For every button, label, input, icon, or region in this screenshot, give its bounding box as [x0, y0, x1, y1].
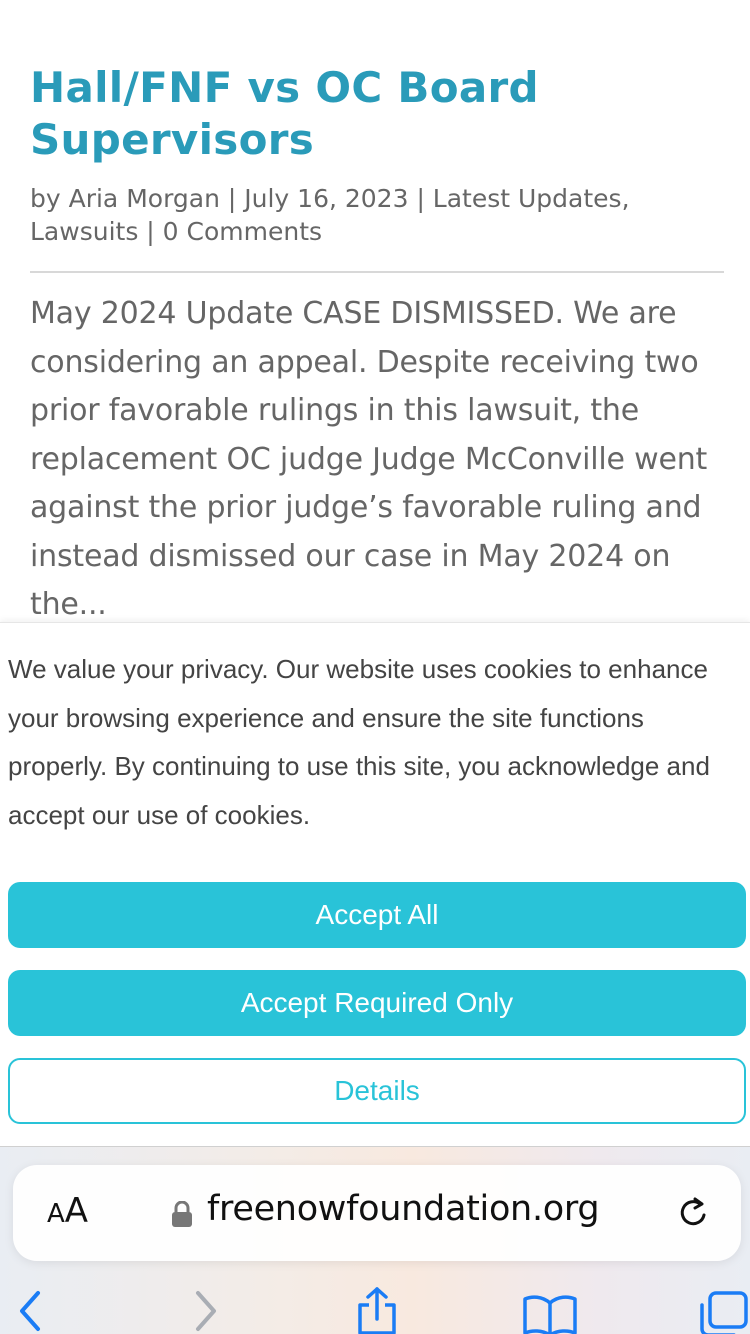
aa-large: A [64, 1191, 89, 1231]
lock-icon [172, 1201, 192, 1227]
page-settings-button[interactable]: AA [47, 1191, 88, 1231]
bookmarks-icon[interactable] [522, 1293, 578, 1334]
browser-chrome: AA freenowfoundation.org [0, 1146, 750, 1334]
reload-icon[interactable] [673, 1193, 713, 1233]
details-button[interactable]: Details [8, 1058, 746, 1124]
divider [30, 271, 724, 273]
accept-required-only-button[interactable]: Accept Required Only [8, 970, 746, 1036]
cookie-banner: We value your privacy. Our website uses … [0, 622, 750, 1146]
post-meta: by Aria Morgan | July 16, 2023 | Latest … [30, 184, 630, 246]
url-text[interactable]: freenowfoundation.org [207, 1189, 600, 1229]
article: Hall/FNF vs OC Board Supervisors by Aria… [30, 62, 724, 630]
post-title[interactable]: Hall/FNF vs OC Board Supervisors [30, 62, 724, 166]
address-bar[interactable]: AA freenowfoundation.org [13, 1165, 741, 1261]
post-excerpt: May 2024 Update CASE DISMISSED. We are c… [30, 296, 708, 622]
cookie-notice-text: We value your privacy. Our website uses … [8, 654, 710, 830]
share-icon[interactable] [354, 1287, 400, 1334]
tabs-icon[interactable] [698, 1291, 750, 1334]
forward-icon[interactable] [190, 1287, 220, 1333]
accept-all-button[interactable]: Accept All [8, 882, 746, 948]
aa-small: A [47, 1199, 65, 1229]
back-icon[interactable] [14, 1287, 44, 1333]
